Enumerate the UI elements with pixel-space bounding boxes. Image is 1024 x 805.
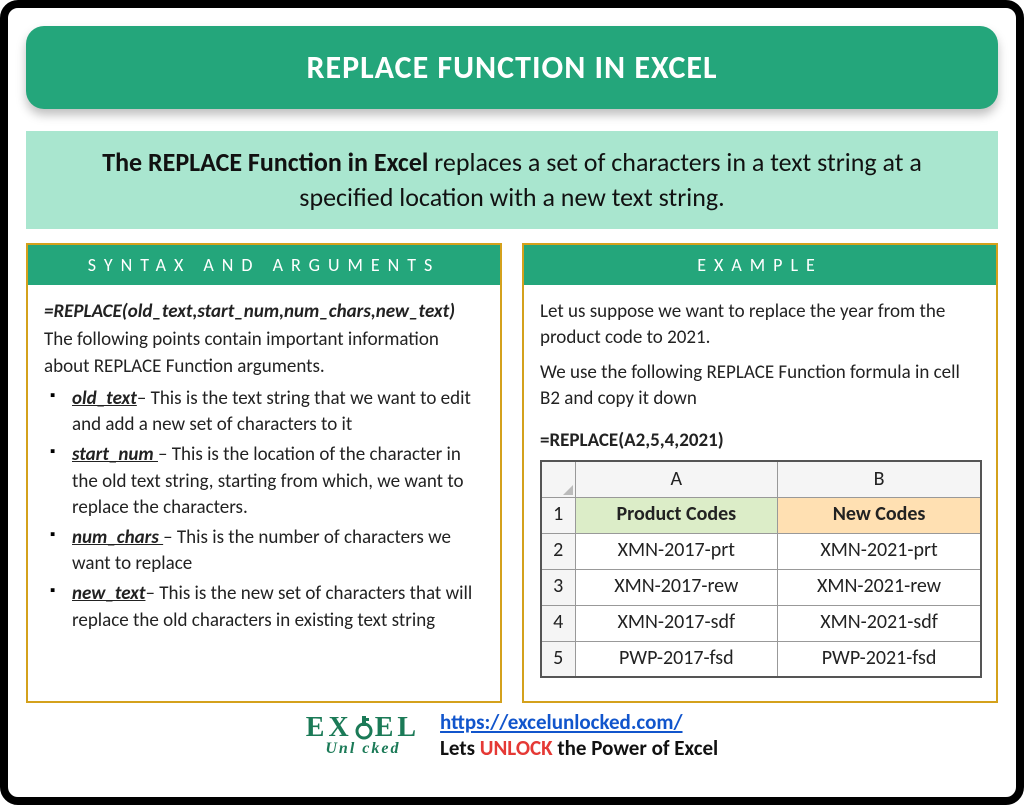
argument-item: new_text– This is the new set of charact… bbox=[44, 581, 486, 633]
tagline-post: the Power of Excel bbox=[553, 735, 719, 761]
cell-a: PWP-2017-fsd bbox=[575, 641, 778, 677]
cell-a: XMN-2017-rew bbox=[575, 569, 778, 605]
brand-pre: EX bbox=[306, 712, 353, 743]
cell-a: XMN-2017-prt bbox=[575, 533, 778, 569]
syntax-body: =REPLACE(old_text,start_num,num_chars,ne… bbox=[28, 285, 500, 652]
argument-name: start_num bbox=[72, 443, 158, 466]
example-header: EXAMPLE bbox=[524, 245, 996, 285]
syntax-formula: =REPLACE(old_text,start_num,num_chars,ne… bbox=[44, 299, 486, 325]
tagline: Lets UNLOCK the Power of Excel bbox=[440, 735, 718, 761]
cell-b: XMN-2021-prt bbox=[778, 533, 981, 569]
header-b: New Codes bbox=[778, 497, 981, 533]
table-row: 3 XMN-2017-rew XMN-2021-rew bbox=[541, 569, 981, 605]
brand-top-text: EX EL bbox=[306, 714, 420, 742]
table-row: 5 PWP-2017-fsd PWP-2021-fsd bbox=[541, 641, 981, 677]
row-num: 2 bbox=[541, 533, 575, 569]
footer: EX EL Unl cked https://excelunlocked.com/… bbox=[26, 709, 998, 761]
brand-logo: EX EL Unl cked bbox=[306, 714, 420, 757]
arguments-intro: The following points contain important i… bbox=[44, 327, 486, 379]
row-num: 3 bbox=[541, 569, 575, 605]
page-title: REPLACE FUNCTION IN EXCEL bbox=[26, 26, 998, 109]
description-bar: The REPLACE Function in Excel replaces a… bbox=[26, 131, 998, 229]
key-icon bbox=[353, 714, 375, 742]
footer-right: https://excelunlocked.com/ Lets UNLOCK t… bbox=[440, 709, 718, 761]
header-a: Product Codes bbox=[575, 497, 778, 533]
argument-item: start_num – This is the location of the … bbox=[44, 442, 486, 521]
site-link[interactable]: https://excelunlocked.com/ bbox=[440, 709, 682, 735]
example-column: EXAMPLE Let us suppose we want to replac… bbox=[522, 243, 998, 703]
table-row: 2 XMN-2017-prt XMN-2021-prt bbox=[541, 533, 981, 569]
brand-bottom-text: Unl cked bbox=[325, 741, 400, 756]
example-p2: We use the following REPLACE Function fo… bbox=[540, 360, 982, 412]
grid-corner bbox=[541, 461, 575, 497]
example-formula: =REPLACE(A2,5,4,2021) bbox=[540, 428, 982, 454]
table-col-letters-row: A B bbox=[541, 461, 981, 497]
arguments-list: old_text– This is the text string that w… bbox=[44, 386, 486, 634]
table-row: 4 XMN-2017-sdf XMN-2021-sdf bbox=[541, 605, 981, 641]
argument-item: old_text– This is the text string that w… bbox=[44, 386, 486, 438]
cell-a: XMN-2017-sdf bbox=[575, 605, 778, 641]
table-header-row: 1 Product Codes New Codes bbox=[541, 497, 981, 533]
example-p1: Let us suppose we want to replace the ye… bbox=[540, 299, 982, 351]
argument-name: old_text bbox=[72, 387, 137, 410]
example-body: Let us suppose we want to replace the ye… bbox=[524, 285, 996, 692]
syntax-column: SYNTAX AND ARGUMENTS =REPLACE(old_text,s… bbox=[26, 243, 502, 703]
tagline-unlock: UNLOCK bbox=[480, 735, 553, 761]
row-num: 4 bbox=[541, 605, 575, 641]
excel-table: A B 1 Product Codes New Codes 2 XMN-2017… bbox=[540, 460, 982, 678]
tagline-pre: Lets bbox=[440, 735, 480, 761]
col-letter-a: A bbox=[575, 461, 778, 497]
syntax-header: SYNTAX AND ARGUMENTS bbox=[28, 245, 500, 285]
columns-container: SYNTAX AND ARGUMENTS =REPLACE(old_text,s… bbox=[26, 243, 998, 703]
row-num: 5 bbox=[541, 641, 575, 677]
cell-b: XMN-2021-sdf bbox=[778, 605, 981, 641]
cell-b: PWP-2021-fsd bbox=[778, 641, 981, 677]
cell-b: XMN-2021-rew bbox=[778, 569, 981, 605]
description-bold: The REPLACE Function in Excel bbox=[102, 146, 428, 178]
argument-name: new_text bbox=[72, 582, 145, 605]
argument-name: num_chars bbox=[72, 526, 163, 549]
col-letter-b: B bbox=[778, 461, 981, 497]
document-frame: REPLACE FUNCTION IN EXCEL The REPLACE Fu… bbox=[0, 0, 1024, 805]
row-num: 1 bbox=[541, 497, 575, 533]
argument-item: num_chars – This is the number of charac… bbox=[44, 525, 486, 577]
brand-post: EL bbox=[375, 712, 420, 743]
